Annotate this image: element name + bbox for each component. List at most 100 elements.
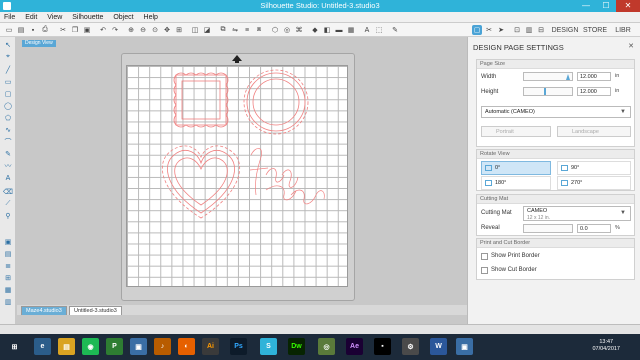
camera-app-icon[interactable]: ◎ bbox=[318, 338, 335, 355]
zoom-in-icon[interactable]: ⊕ bbox=[126, 25, 136, 35]
replicate-icon[interactable]: ⧉ bbox=[218, 25, 228, 35]
library-icon-left[interactable]: ▥ bbox=[3, 297, 13, 307]
after-effects-icon[interactable]: Ae bbox=[346, 338, 363, 355]
pan-icon[interactable]: ✥ bbox=[162, 25, 172, 35]
design-shapes[interactable] bbox=[126, 65, 348, 287]
close-button[interactable]: ✕ bbox=[616, 0, 640, 12]
paste-icon[interactable]: ▣ bbox=[82, 25, 92, 35]
eraser-tool-icon[interactable]: ⌫ bbox=[3, 187, 13, 197]
zoom-out-icon[interactable]: ⊖ bbox=[138, 25, 148, 35]
minimize-button[interactable]: — bbox=[576, 0, 596, 12]
print-icon[interactable]: ⎙ bbox=[40, 25, 50, 35]
library-icon[interactable]: ▥ bbox=[524, 25, 534, 35]
line-tool-icon[interactable]: ╱ bbox=[3, 65, 13, 75]
rotate-0-option[interactable]: 0° bbox=[481, 161, 551, 175]
ungroup-icon[interactable]: ◪ bbox=[202, 25, 212, 35]
arrange-icon[interactable]: ⧈ bbox=[254, 25, 264, 35]
library-tab-icon[interactable]: LIBR bbox=[615, 25, 631, 35]
trace-icon[interactable]: ⌘ bbox=[294, 25, 304, 35]
portrait-button[interactable]: Portrait bbox=[481, 126, 551, 137]
save-icon[interactable]: ▪ bbox=[28, 25, 38, 35]
group-icon[interactable]: ◫ bbox=[190, 25, 200, 35]
show-cut-border-checkbox[interactable] bbox=[481, 267, 488, 274]
media-icon[interactable]: ▤ bbox=[3, 249, 13, 259]
send-icon[interactable]: ➤ bbox=[496, 25, 506, 35]
knife-tool-icon[interactable]: ⟋ bbox=[3, 199, 13, 209]
word-icon[interactable]: W bbox=[430, 338, 447, 355]
menu-view[interactable]: View bbox=[43, 12, 66, 23]
text-style-icon[interactable]: A bbox=[362, 25, 372, 35]
rotate-180-option[interactable]: 180° bbox=[481, 176, 551, 190]
copy-icon[interactable]: ❐ bbox=[70, 25, 80, 35]
menu-object[interactable]: Object bbox=[109, 12, 137, 23]
menu-file[interactable]: File bbox=[0, 12, 19, 23]
grid-icon[interactable]: ⊞ bbox=[3, 273, 13, 283]
width-input[interactable]: 12.000 bbox=[577, 72, 611, 81]
silhouette-studio-icon[interactable]: S bbox=[260, 338, 277, 355]
pixel-icon[interactable]: ▦ bbox=[3, 285, 13, 295]
illustrator-icon[interactable]: Ai bbox=[202, 338, 219, 355]
landscape-button[interactable]: Landscape bbox=[557, 126, 631, 137]
photoshop-icon[interactable]: Ps bbox=[230, 338, 247, 355]
reveal-input[interactable]: 0.0 bbox=[577, 224, 611, 233]
select-tool-icon[interactable]: ↖ bbox=[3, 40, 13, 50]
panel-close-icon[interactable]: ✕ bbox=[628, 42, 634, 50]
photos-icon[interactable]: ▣ bbox=[130, 338, 147, 355]
undo-icon[interactable]: ↶ bbox=[98, 25, 108, 35]
new-file-icon[interactable]: ▭ bbox=[4, 25, 14, 35]
align-icon[interactable]: ≡ bbox=[242, 25, 252, 35]
shape-icon[interactable]: ◆ bbox=[310, 25, 320, 35]
firefox-icon[interactable]: ◐ bbox=[178, 338, 195, 355]
height-slider[interactable] bbox=[523, 87, 573, 96]
polygon-tool-icon[interactable]: ⬠ bbox=[3, 113, 13, 123]
rectangle-tool-icon[interactable]: ▭ bbox=[3, 77, 13, 87]
page-size-select[interactable]: Automatic (CAMEO) ▼ bbox=[481, 106, 631, 118]
tab-maze4[interactable]: Maze4.studio3 bbox=[21, 306, 67, 315]
windows-start-icon[interactable]: ⊞ bbox=[6, 338, 23, 355]
edit-points-icon[interactable]: ⌖ bbox=[3, 52, 13, 62]
rounded-rect-icon[interactable]: ▢ bbox=[3, 89, 13, 99]
media-encoder-icon[interactable]: ▪ bbox=[374, 338, 391, 355]
settings-icon[interactable]: ⚙ bbox=[402, 338, 419, 355]
arc-tool-icon[interactable]: ⌒ bbox=[3, 137, 13, 147]
rotate-90-option[interactable]: 90° bbox=[557, 161, 631, 175]
freehand-tool-icon[interactable]: ✎ bbox=[3, 149, 13, 159]
cut-settings-icon[interactable]: ✂ bbox=[484, 25, 494, 35]
show-print-border-checkbox[interactable] bbox=[481, 253, 488, 260]
itunes-icon[interactable]: ♪ bbox=[154, 338, 171, 355]
flip-icon[interactable]: ⇋ bbox=[230, 25, 240, 35]
fill-icon[interactable]: ◧ bbox=[322, 25, 332, 35]
menu-help[interactable]: Help bbox=[140, 12, 162, 23]
zoom-select-icon[interactable]: ⊙ bbox=[150, 25, 160, 35]
ellipse-tool-icon[interactable]: ◯ bbox=[3, 101, 13, 111]
cut-icon[interactable]: ✂ bbox=[58, 25, 68, 35]
reveal-slider[interactable] bbox=[523, 224, 573, 233]
app-icon-extra[interactable]: ▣ bbox=[456, 338, 473, 355]
width-slider[interactable] bbox=[523, 72, 573, 81]
rotate-270-option[interactable]: 270° bbox=[557, 176, 631, 190]
magnify-tool-icon[interactable]: ⚲ bbox=[3, 211, 13, 221]
tab-untitled-3[interactable]: Untitled-3.studio3 bbox=[69, 306, 122, 315]
open-folder-icon[interactable]: ▤ bbox=[16, 25, 26, 35]
file-explorer-icon[interactable]: ▤ bbox=[58, 338, 75, 355]
redo-icon[interactable]: ↷ bbox=[110, 25, 120, 35]
store-tab-icon[interactable]: STORE bbox=[583, 25, 607, 35]
line-style-icon[interactable]: ▬ bbox=[334, 25, 344, 35]
layers-icon[interactable]: ≣ bbox=[3, 261, 13, 271]
design-page-icon[interactable]: ▢ bbox=[472, 25, 482, 35]
point-edit-icon[interactable]: ✎ bbox=[390, 25, 400, 35]
spotify-icon[interactable]: ◉ bbox=[82, 338, 99, 355]
store-icon[interactable]: ⊟ bbox=[536, 25, 546, 35]
weld-icon[interactable]: ⬡ bbox=[270, 25, 280, 35]
publisher-icon[interactable]: P bbox=[106, 338, 123, 355]
gradient-icon[interactable]: ▦ bbox=[346, 25, 356, 35]
menu-edit[interactable]: Edit bbox=[21, 12, 41, 23]
dreamweaver-icon[interactable]: Dw bbox=[288, 338, 305, 355]
menu-silhouette[interactable]: Silhouette bbox=[68, 12, 107, 23]
height-input[interactable]: 12.000 bbox=[577, 87, 611, 96]
fit-page-icon[interactable]: ⊞ bbox=[174, 25, 184, 35]
transform-icon[interactable]: ⬚ bbox=[374, 25, 384, 35]
design-tab-icon[interactable]: DESIGN bbox=[552, 25, 579, 35]
curve-tool-icon[interactable]: ∿ bbox=[3, 125, 13, 135]
registration-icon[interactable]: ⊡ bbox=[512, 25, 522, 35]
